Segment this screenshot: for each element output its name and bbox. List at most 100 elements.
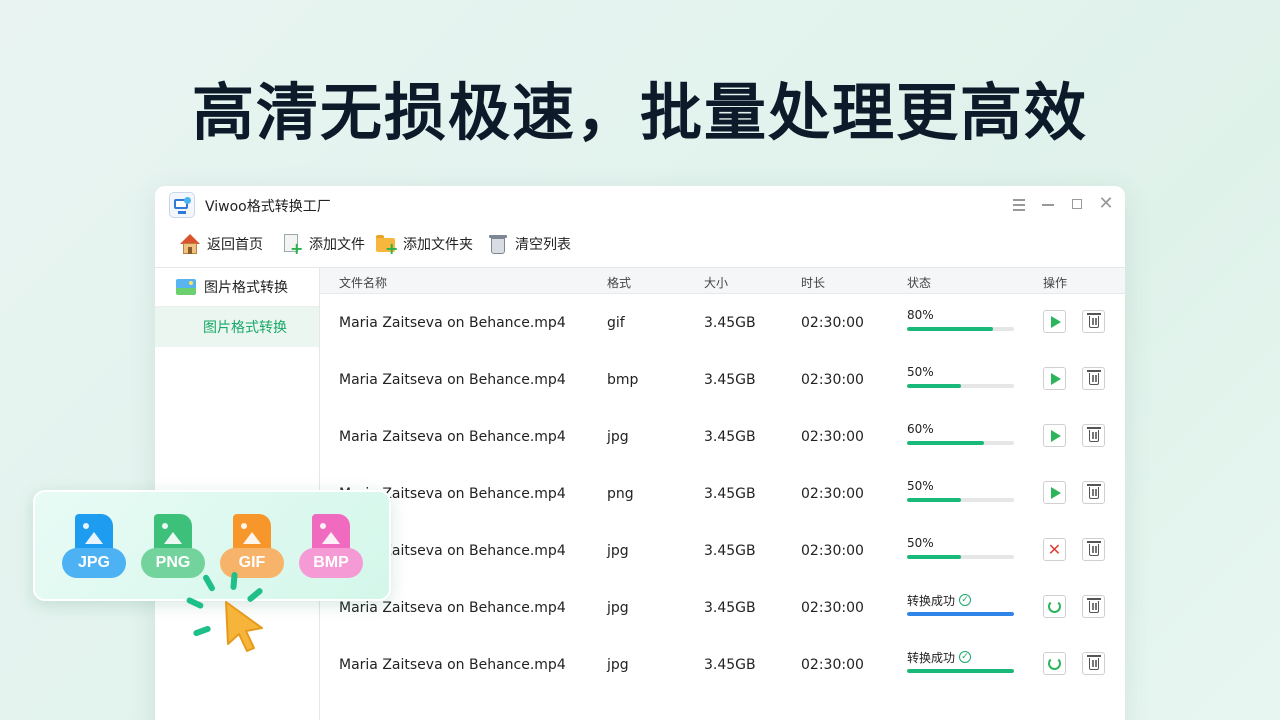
menu-icon[interactable] xyxy=(1010,195,1028,213)
table-row: Maria Zaitseva on Behance.mp4 jpg 3.45GB 02… xyxy=(320,409,1125,466)
delete-button[interactable] xyxy=(1082,367,1105,390)
play-button[interactable] xyxy=(1043,424,1066,447)
progress-fill xyxy=(907,384,961,388)
delete-button[interactable] xyxy=(1082,538,1105,561)
progress-bar xyxy=(907,498,1014,502)
stop-button[interactable]: ✕ xyxy=(1043,538,1066,561)
title-bar: Viwoo格式转换工厂 ✕ xyxy=(155,186,1125,224)
delete-button[interactable] xyxy=(1082,652,1105,675)
delete-button[interactable] xyxy=(1082,595,1105,618)
file-name: Maria Zaitseva on Behance.mp4 xyxy=(339,429,566,445)
status-cell: 50% xyxy=(907,364,1015,388)
file-duration: 02:30:00 xyxy=(801,429,864,445)
format-bmp-label: BMP xyxy=(299,548,363,578)
clear-list-button[interactable]: 清空列表 xyxy=(487,232,571,256)
picture-icon xyxy=(176,279,196,295)
format-png-button[interactable]: PNG xyxy=(141,514,205,582)
file-size: 3.45GB xyxy=(704,429,756,445)
close-icon[interactable]: ✕ xyxy=(1097,195,1115,213)
play-button[interactable] xyxy=(1043,310,1066,333)
file-format: jpg xyxy=(607,429,629,445)
app-window: Viwoo格式转换工厂 ✕ 返回首页 + 添加文件 + 添加文件夹 清空列表 图… xyxy=(155,186,1125,720)
home-button[interactable]: 返回首页 xyxy=(179,232,263,256)
sidebar-item-label: 图片格式转换 xyxy=(203,320,287,336)
format-bmp-button[interactable]: BMP xyxy=(299,514,363,582)
file-size: 3.45GB xyxy=(704,315,756,331)
format-gif-label: GIF xyxy=(220,548,284,578)
status-text: 60% xyxy=(907,422,934,436)
file-duration: 02:30:00 xyxy=(801,600,864,616)
file-size: 3.45GB xyxy=(704,486,756,502)
delete-button[interactable] xyxy=(1082,424,1105,447)
retry-button[interactable] xyxy=(1043,595,1066,618)
progress-fill xyxy=(907,555,961,559)
recycle-bin-icon xyxy=(487,233,509,255)
delete-button[interactable] xyxy=(1082,310,1105,333)
table-row: Maria Zaitseva on Behance.mp4 bmp 3.45GB 02… xyxy=(320,352,1125,409)
clear-list-label: 清空列表 xyxy=(515,237,571,253)
trash-icon xyxy=(1087,370,1101,385)
headline: 高清无损极速，批量处理更高效 xyxy=(191,76,1088,149)
add-folder-button[interactable]: + 添加文件夹 xyxy=(375,232,473,257)
status-cell: 80% xyxy=(907,307,1015,331)
file-name: Maria Zaitseva on Behance.mp4 xyxy=(339,657,566,673)
file-duration: 02:30:00 xyxy=(801,543,864,559)
maximize-icon[interactable] xyxy=(1068,195,1086,213)
table-row: Maria Zaitseva on Behance.mp4 jpg 3.45GB 02… xyxy=(320,580,1125,637)
status-text: 转换成功 xyxy=(907,593,956,608)
trash-icon xyxy=(1087,313,1101,328)
header-name: 文件名称 xyxy=(339,276,388,290)
header-actions: 操作 xyxy=(1043,276,1068,290)
trash-icon xyxy=(1087,484,1101,499)
file-format: gif xyxy=(607,315,625,331)
file-name: Maria Zaitseva on Behance.mp4 xyxy=(339,600,566,616)
file-name: Maria Zaitseva on Behance.mp4 xyxy=(339,315,566,331)
status-cell: 50% xyxy=(907,535,1015,559)
status-cell: 转换成功 ✓ xyxy=(907,592,1015,616)
status-text: 50% xyxy=(907,365,934,379)
minimize-icon[interactable] xyxy=(1039,195,1057,213)
header-status: 状态 xyxy=(907,276,932,290)
format-jpg-button[interactable]: JPG xyxy=(62,514,126,582)
file-size: 3.45GB xyxy=(704,600,756,616)
progress-fill xyxy=(907,327,993,331)
progress-bar xyxy=(907,669,1014,673)
toolbar: 返回首页 + 添加文件 + 添加文件夹 清空列表 xyxy=(155,224,1125,266)
sidebar-item-image-conversion[interactable]: 图片格式转换 xyxy=(155,307,319,347)
file-duration: 02:30:00 xyxy=(801,657,864,673)
file-duration: 02:30:00 xyxy=(801,486,864,502)
table-row: Maria Zaitseva on Behance.mp4 jpg 3.45GB 02… xyxy=(320,637,1125,694)
add-file-button[interactable]: + 添加文件 xyxy=(281,232,365,257)
file-format: png xyxy=(607,486,634,502)
progress-fill xyxy=(907,612,1014,616)
file-format: jpg xyxy=(607,543,629,559)
pointer-cursor-icon xyxy=(225,601,263,652)
retry-button[interactable] xyxy=(1043,652,1066,675)
sidebar-group-label: 图片格式转换 xyxy=(204,280,288,296)
check-circle-icon: ✓ xyxy=(959,651,972,663)
progress-bar xyxy=(907,384,1014,388)
check-circle-icon: ✓ xyxy=(959,594,972,606)
home-label: 返回首页 xyxy=(207,237,263,253)
play-button[interactable] xyxy=(1043,367,1066,390)
format-gif-button[interactable]: GIF xyxy=(220,514,284,582)
header-format: 格式 xyxy=(607,276,632,290)
format-png-label: PNG xyxy=(141,548,205,578)
trash-icon xyxy=(1087,598,1101,613)
sidebar-group-image-conversion[interactable]: 图片格式转换 xyxy=(155,268,319,307)
file-duration: 02:30:00 xyxy=(801,315,864,331)
file-table: 文件名称 格式 大小 时长 状态 操作 Maria Zaitseva on Be… xyxy=(320,267,1125,720)
file-size: 3.45GB xyxy=(704,372,756,388)
progress-bar xyxy=(907,327,1014,331)
progress-fill xyxy=(907,498,961,502)
progress-fill xyxy=(907,441,985,445)
file-size: 3.45GB xyxy=(704,657,756,673)
delete-button[interactable] xyxy=(1082,481,1105,504)
format-jpg-label: JPG xyxy=(62,548,126,578)
app-title: Viwoo格式转换工厂 xyxy=(205,199,331,215)
progress-bar xyxy=(907,441,1014,445)
add-file-icon: + xyxy=(281,233,303,257)
play-button[interactable] xyxy=(1043,481,1066,504)
trash-icon xyxy=(1087,655,1101,670)
home-icon xyxy=(179,233,201,255)
